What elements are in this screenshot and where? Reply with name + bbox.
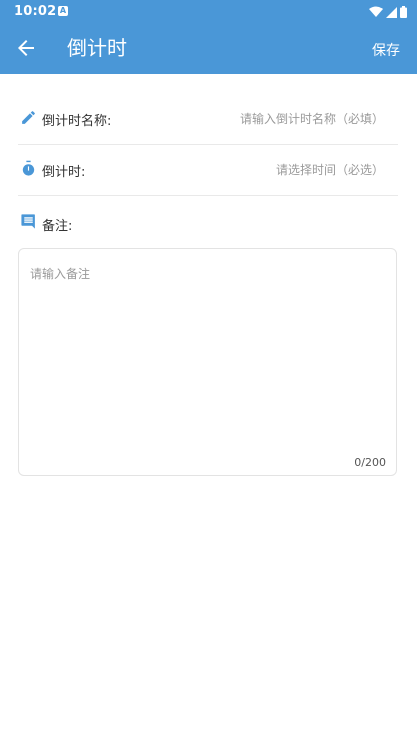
countdown-time-field[interactable]: 倒计时: 请选择时间（必选）	[18, 145, 398, 196]
status-time: 10:02	[14, 4, 57, 19]
timer-icon	[20, 160, 37, 177]
back-arrow-icon[interactable]	[14, 36, 38, 60]
countdown-time-picker[interactable]: 请选择时间（必选）	[276, 161, 384, 178]
countdown-name-label: 倒计时名称:	[42, 114, 112, 129]
save-button[interactable]: 保存	[372, 40, 400, 60]
comment-icon	[20, 213, 37, 230]
note-textarea[interactable]: 请输入备注 0/200	[18, 248, 397, 476]
battery-icon	[400, 6, 407, 18]
wifi-icon	[369, 6, 383, 17]
note-placeholder: 请输入备注	[30, 267, 91, 281]
countdown-name-field[interactable]: 倒计时名称: 请输入倒计时名称（必填）	[18, 94, 398, 145]
app-bar: 10:02 A 倒计时 保存	[0, 0, 417, 74]
note-header: 备注:	[18, 212, 398, 234]
countdown-time-label: 倒计时:	[42, 165, 86, 180]
note-label: 备注:	[42, 219, 73, 234]
notification-icon: A	[58, 6, 68, 16]
status-bar: 10:02 A	[0, 0, 417, 24]
countdown-name-input[interactable]: 请输入倒计时名称（必填）	[240, 110, 384, 127]
page-title: 倒计时	[67, 36, 127, 60]
pencil-icon	[20, 109, 37, 126]
system-icons	[369, 5, 407, 19]
character-counter: 0/200	[354, 456, 386, 469]
signal-icon	[386, 6, 397, 18]
